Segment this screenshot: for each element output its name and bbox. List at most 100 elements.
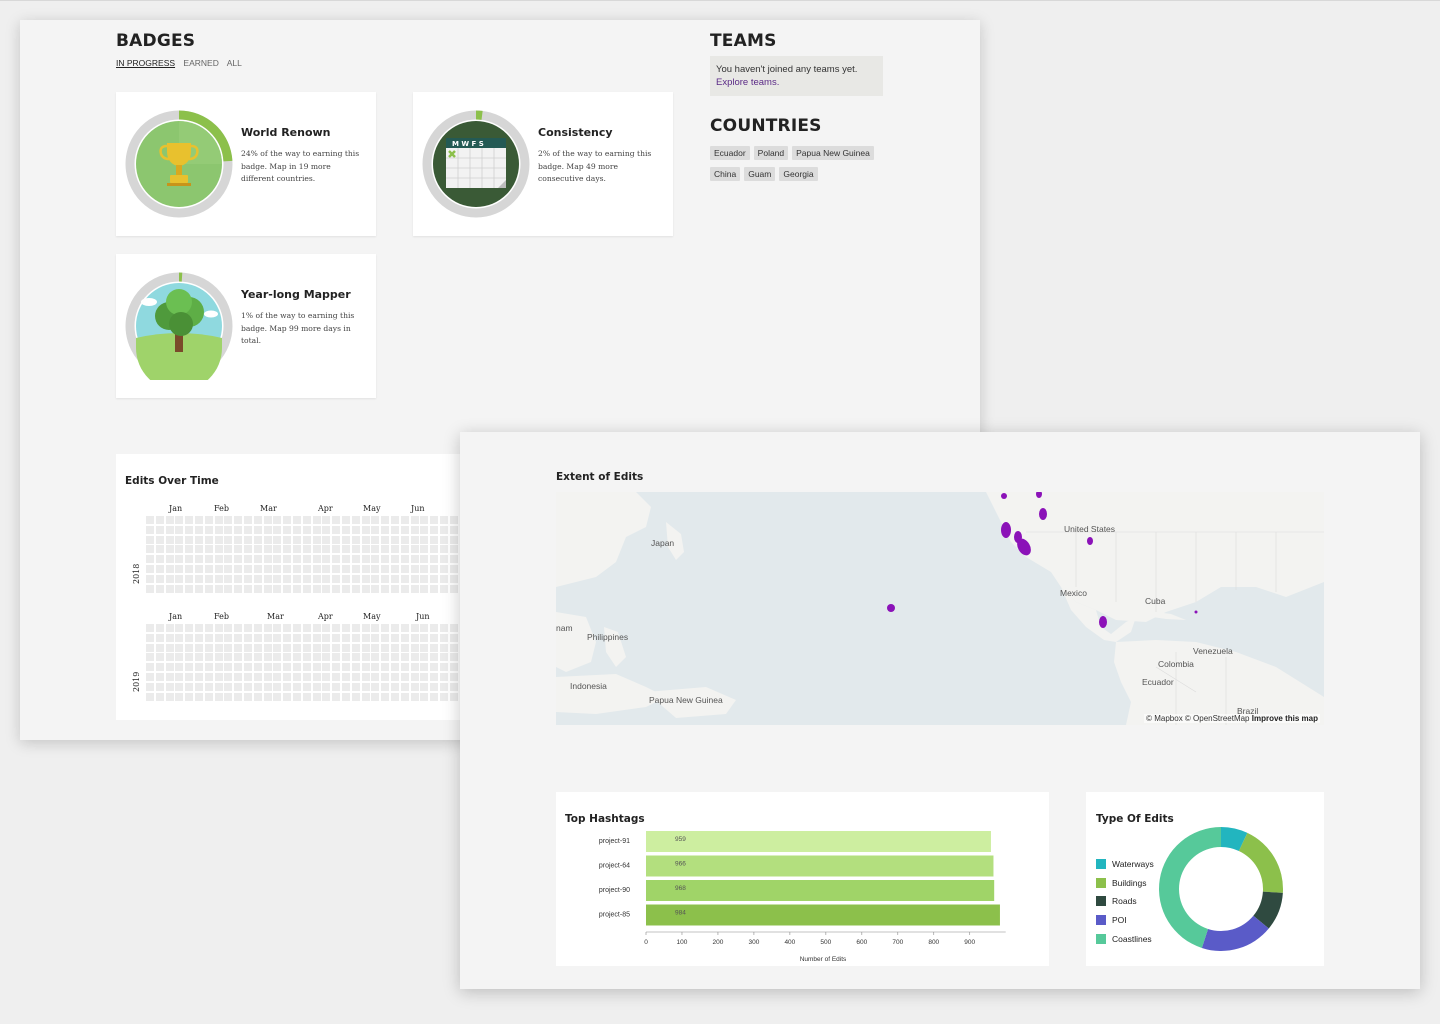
day-cell (341, 564, 350, 573)
day-cell (165, 516, 174, 524)
day-cell (155, 633, 164, 642)
day-cell (185, 692, 194, 701)
tab-in-progress[interactable]: IN PROGRESS (116, 58, 175, 68)
day-cell (420, 584, 429, 593)
bar[interactable] (646, 855, 994, 877)
day-cell (361, 672, 370, 681)
badge-card-consistency[interactable]: M W F S Consistency 2% of the way to ear… (413, 92, 673, 236)
day-cell (155, 535, 164, 544)
day-cell (410, 663, 419, 672)
day-cell (430, 545, 439, 554)
day-cell (420, 653, 429, 662)
day-cell (253, 564, 262, 573)
day-cell (322, 633, 331, 642)
day-cell (283, 653, 292, 662)
tree-icon (136, 283, 222, 380)
day-cell (165, 574, 174, 583)
day-cell (234, 633, 243, 642)
day-cell (420, 535, 429, 544)
country-tag: China (710, 167, 741, 181)
day-cell (283, 682, 292, 691)
explore-teams-link[interactable]: Explore teams. (716, 77, 779, 88)
day-cell (332, 643, 341, 652)
badge-card-world-renown[interactable]: World Renown 24% of the way to earning t… (116, 92, 376, 236)
day-cell (224, 633, 233, 642)
map-attribution: © Mapbox © OpenStreetMap Improve this ma… (1144, 714, 1320, 723)
day-cell (243, 564, 252, 573)
day-cell (214, 545, 223, 554)
day-cell (204, 564, 213, 573)
day-cell (312, 574, 321, 583)
day-cell (449, 564, 458, 573)
day-cell (185, 564, 194, 573)
day-cell (449, 545, 458, 554)
day-cell (332, 516, 341, 524)
badge-card-year-long-mapper[interactable]: Year-long Mapper 1% of the way to earnin… (116, 254, 376, 398)
day-cell (283, 643, 292, 652)
day-cell (243, 545, 252, 554)
day-cell (449, 535, 458, 544)
month-label: Jun (416, 612, 430, 621)
day-cell (165, 535, 174, 544)
bar[interactable] (646, 904, 1000, 926)
day-cell (381, 692, 390, 701)
donut-slice-buildings[interactable] (1238, 832, 1283, 893)
day-cell (165, 584, 174, 593)
day-cell (341, 672, 350, 681)
day-cell (410, 633, 419, 642)
day-cell (410, 516, 419, 524)
attribution-text[interactable]: © Mapbox © OpenStreetMap (1146, 714, 1249, 723)
x-axis-label: Number of Edits (800, 956, 847, 963)
day-cell (253, 545, 262, 554)
day-cell (381, 545, 390, 554)
x-tick-label: 400 (784, 939, 795, 946)
day-cell (224, 535, 233, 544)
day-cell (146, 643, 154, 652)
day-cell (439, 643, 448, 652)
bar[interactable] (646, 831, 991, 852)
day-cell (361, 525, 370, 534)
day-cell (155, 574, 164, 583)
day-cell (243, 653, 252, 662)
day-cell (332, 555, 341, 564)
day-cell (341, 535, 350, 544)
donut-slice-coastlines[interactable] (1159, 827, 1221, 948)
country-tag: Papua New Guinea (792, 146, 874, 160)
day-cell (332, 564, 341, 573)
day-cell (146, 564, 154, 573)
day-cell (243, 643, 252, 652)
day-cell (420, 672, 429, 681)
day-cell (430, 564, 439, 573)
day-cell (155, 555, 164, 564)
day-cell (204, 633, 213, 642)
day-cell (400, 653, 409, 662)
day-cell (302, 663, 311, 672)
badge-description: 2% of the way to earning this badge. Map… (538, 149, 652, 183)
day-cell (204, 525, 213, 534)
day-cell (410, 535, 419, 544)
day-cell (214, 564, 223, 573)
day-cell (410, 643, 419, 652)
day-cell (146, 692, 154, 701)
bar[interactable] (646, 880, 995, 901)
donut-slice-poi[interactable] (1201, 915, 1269, 951)
country-tag: Ecuador (710, 146, 750, 160)
extent-of-edits-map[interactable]: Japan United States Mexico Cuba nam Phil… (556, 492, 1324, 725)
day-cell (214, 643, 223, 652)
day-cell (302, 535, 311, 544)
day-cell (273, 663, 282, 672)
improve-map-link[interactable]: Improve this map (1252, 714, 1318, 723)
day-cell (400, 643, 409, 652)
tab-earned[interactable]: EARNED (183, 58, 218, 68)
day-cell (312, 643, 321, 652)
day-cell (263, 653, 272, 662)
day-cell (420, 555, 429, 564)
day-cell (292, 564, 301, 573)
day-cell (214, 516, 223, 524)
day-cell (146, 584, 154, 593)
day-cell (292, 653, 301, 662)
tab-all[interactable]: ALL (227, 58, 242, 68)
day-cell (146, 555, 154, 564)
day-cell (263, 624, 272, 632)
day-cell (390, 584, 399, 593)
